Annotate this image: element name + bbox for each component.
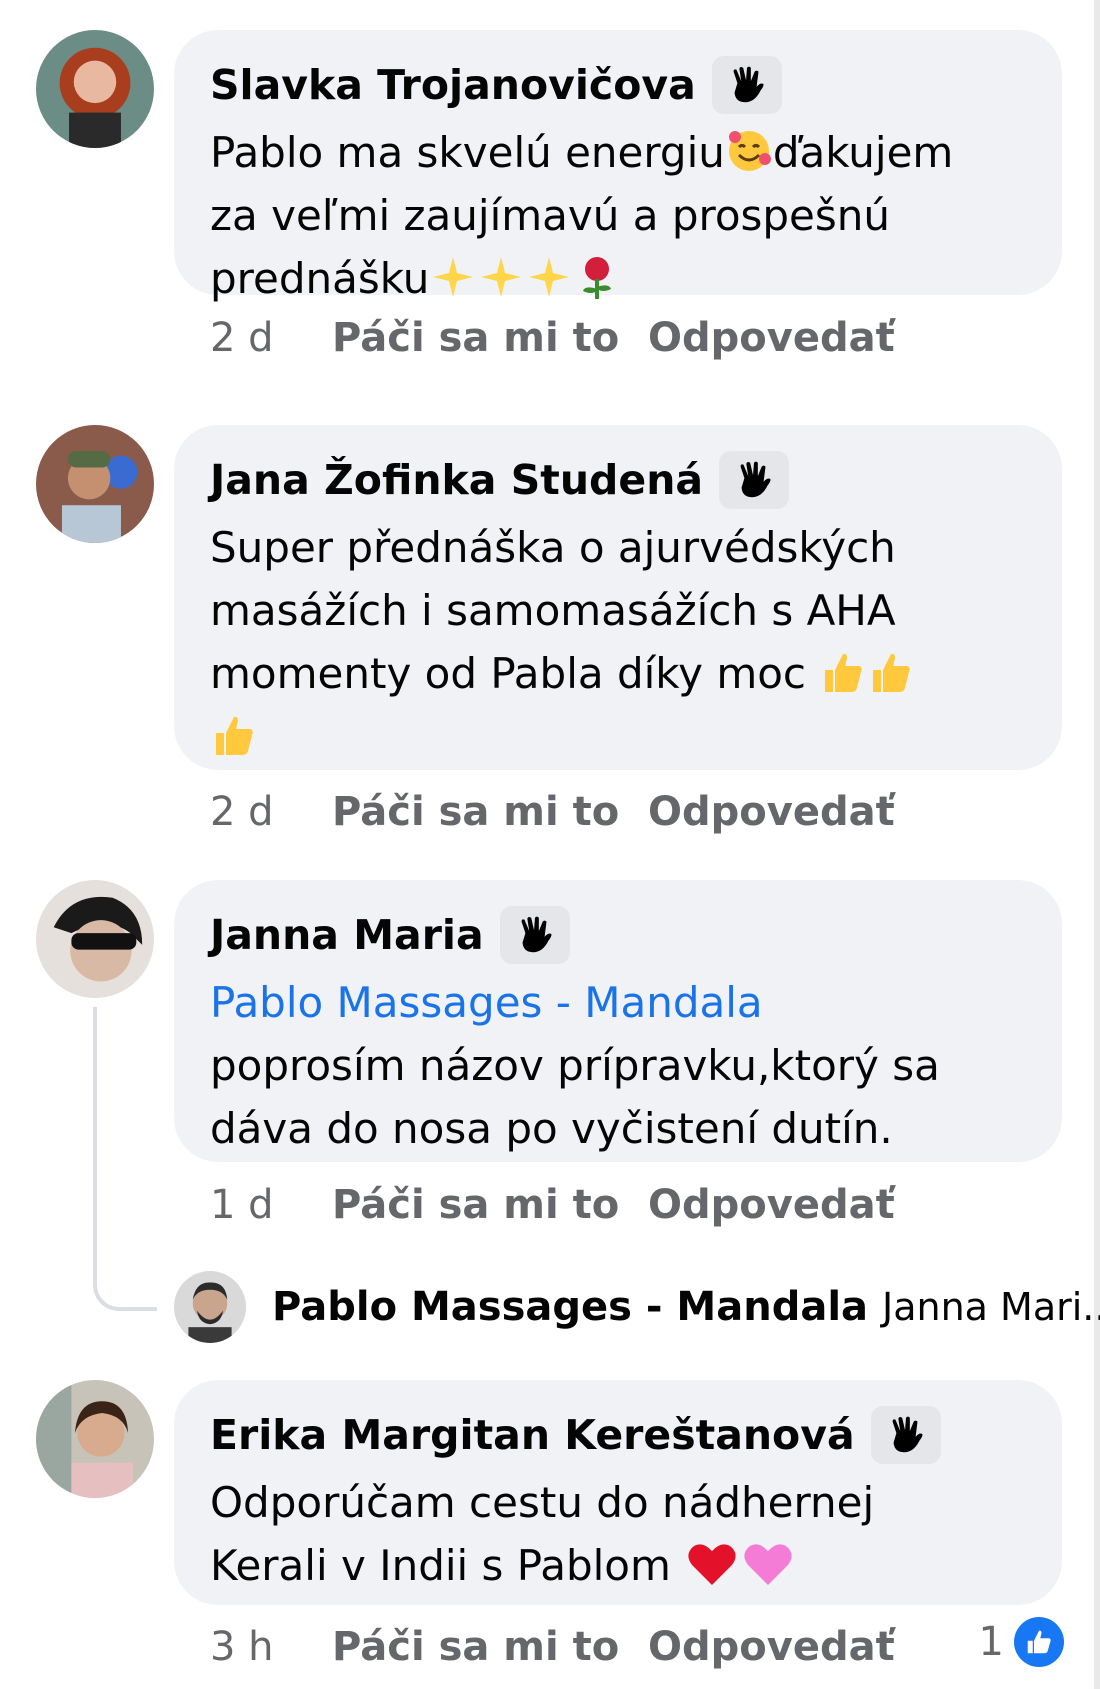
comment-author[interactable]: Erika Margitan Kereštanová	[210, 1400, 855, 1470]
comment-author[interactable]: Janna Maria	[210, 900, 484, 970]
thread-connector	[93, 1007, 157, 1311]
comment-bubble: Janna Maria Pablo Massages - Mandala pop…	[174, 880, 1062, 1162]
reaction-summary[interactable]: 1	[979, 1617, 1064, 1667]
reply-text-preview: Janna Mari...	[882, 1285, 1100, 1329]
like-badge-icon	[1014, 1617, 1064, 1667]
avatar[interactable]	[36, 425, 154, 543]
comment-actions: 2 d Páči sa mi to Odpovedať	[210, 308, 895, 368]
comment-text: Pablo ma skvelú energiu	[210, 128, 725, 177]
comment-text: momenty od Pabla díky moc	[210, 649, 807, 698]
comment-author[interactable]: Slavka Trojanovičova	[210, 50, 696, 120]
smiling-face-with-hearts-icon	[728, 131, 771, 171]
like-button[interactable]: Páči sa mi to	[332, 1182, 648, 1228]
comment-bubble: Jana Žofinka Studená Super přednáška o a…	[174, 425, 1062, 770]
waving-hand-icon	[711, 56, 782, 114]
comment-actions: 1 d Páči sa mi to Odpovedať	[210, 1175, 895, 1235]
reply-button[interactable]: Odpovedať	[648, 789, 895, 835]
avatar[interactable]	[36, 880, 154, 998]
comment-time[interactable]: 1 d	[210, 1182, 332, 1228]
waving-hand-icon	[870, 1406, 941, 1464]
reply-button[interactable]: Odpovedať	[648, 1182, 895, 1228]
comment-text: Kerali v Indii s Pablom	[210, 1541, 671, 1590]
comment-time[interactable]: 3 h	[210, 1624, 332, 1670]
comment-text: za veľmi zaujímavú a prospešnú	[210, 191, 891, 240]
avatar[interactable]	[36, 30, 154, 148]
comment-time[interactable]: 2 d	[210, 315, 332, 361]
pink-heart-icon	[744, 1544, 792, 1585]
reply-button[interactable]: Odpovedať	[648, 1624, 895, 1670]
comment-text: ďakujem	[772, 128, 954, 177]
waving-hand-icon	[719, 451, 790, 509]
sparkles-icon	[433, 257, 474, 297]
avatar[interactable]	[36, 1380, 154, 1498]
mention-link[interactable]: Pablo Massages - Mandala	[210, 972, 1026, 1033]
scroll-edge	[1094, 0, 1100, 1689]
red-heart-icon	[688, 1544, 736, 1585]
avatar[interactable]	[174, 1271, 246, 1343]
comment-actions: 3 h Páči sa mi to Odpovedať	[210, 1617, 895, 1677]
like-button[interactable]: Páči sa mi to	[332, 315, 648, 361]
thumbs-up-icon	[825, 653, 863, 692]
comment-author[interactable]: Jana Žofinka Studená	[210, 445, 703, 515]
comment-time[interactable]: 2 d	[210, 789, 332, 835]
thumbs-up-icon	[216, 716, 253, 755]
comment-bubble: Erika Margitan Kereštanová Odporúčam ces…	[174, 1380, 1062, 1605]
comment-bubble: Slavka Trojanovičova Pablo ma skvelú ene…	[174, 30, 1062, 303]
reaction-count: 1	[978, 1619, 1004, 1665]
like-button[interactable]: Páči sa mi to	[332, 1624, 648, 1670]
thumbs-up-icon	[873, 653, 911, 692]
comment-text: masážích i samomasážích s AHA	[210, 586, 896, 635]
sparkles-icon	[529, 257, 570, 297]
like-button[interactable]: Páči sa mi to	[332, 789, 648, 835]
comment-text: prednášku	[210, 254, 430, 303]
rose-icon	[583, 257, 612, 299]
reply-button[interactable]: Odpovedať	[648, 315, 895, 361]
comment-text: poprosím názov prípravku,ktorý sa	[210, 1041, 940, 1090]
waving-hand-icon	[499, 906, 570, 964]
comment-text: Odporúčam cestu do nádhernej	[210, 1478, 875, 1527]
sparkles-icon	[481, 257, 522, 297]
comment-text: Super přednáška o ajurvédských	[210, 523, 896, 572]
reply-author[interactable]: Pablo Massages - Mandala	[272, 1284, 868, 1330]
reply-preview-row[interactable]: Pablo Massages - Mandala Janna Mari...	[174, 1270, 1100, 1344]
comment-actions: 2 d Páči sa mi to Odpovedať	[210, 782, 895, 842]
comment-text: dáva do nosa po vyčistení dutín.	[210, 1104, 893, 1153]
